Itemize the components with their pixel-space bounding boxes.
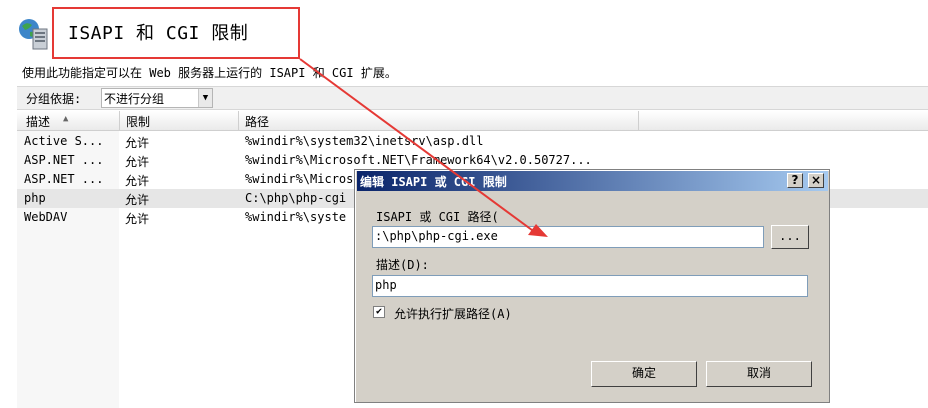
- column-header-description[interactable]: 描述: [26, 113, 50, 130]
- group-by-selected-value: 不进行分组: [104, 92, 165, 106]
- sort-ascending-icon: ▲: [63, 114, 69, 124]
- column-header-path[interactable]: 路径: [245, 113, 269, 130]
- row-restriction: 允许: [125, 155, 150, 169]
- row-restriction: 允许: [125, 212, 150, 226]
- row-description: ASP.NET ...: [24, 153, 104, 167]
- row-description: Active S...: [24, 134, 104, 148]
- table-row[interactable]: ASP.NET ... 允许 %windir%\Microsoft.NET\Fr…: [17, 151, 928, 170]
- column-separator[interactable]: [638, 111, 639, 131]
- row-description: ASP.NET ...: [24, 172, 104, 186]
- row-description: php: [24, 191, 46, 205]
- server-globe-icon: [17, 17, 53, 53]
- table-row[interactable]: Active S... 允许 %windir%\system32\inetsrv…: [17, 132, 928, 151]
- description-input[interactable]: [372, 275, 808, 297]
- table-header: [17, 111, 928, 131]
- dialog-title: 编辑 ISAPI 或 CGI 限制: [360, 175, 507, 189]
- annotation-highlight-box: [52, 7, 300, 59]
- column-separator[interactable]: [119, 111, 120, 131]
- chevron-down-icon[interactable]: ▼: [198, 89, 212, 107]
- row-description: WebDAV: [24, 210, 68, 224]
- row-path: %windir%\Micros: [245, 172, 354, 186]
- description-field-label: 描述(D):: [376, 258, 429, 272]
- close-button[interactable]: ×: [808, 173, 824, 188]
- row-restriction: 允许: [125, 136, 150, 150]
- group-by-label: 分组依据:: [26, 92, 82, 106]
- help-button[interactable]: ?: [787, 173, 803, 188]
- page-description: 使用此功能指定可以在 Web 服务器上运行的 ISAPI 和 CGI 扩展。: [22, 66, 397, 80]
- path-field-label: ISAPI 或 CGI 路径(: [376, 210, 499, 224]
- browse-button[interactable]: ...: [771, 225, 809, 249]
- row-path: %windir%\system32\inetsrv\asp.dll: [245, 134, 484, 148]
- allow-extension-path-checkbox[interactable]: ✔: [373, 306, 385, 318]
- allow-extension-path-label[interactable]: 允许执行扩展路径(A): [394, 305, 512, 322]
- path-input-value: :\php\php-cgi.exe: [375, 229, 498, 243]
- row-path: C:\php\php-cgi: [245, 191, 347, 205]
- ok-button[interactable]: 确定: [591, 361, 697, 387]
- row-path: %windir%\syste: [245, 210, 347, 224]
- column-header-restriction[interactable]: 限制: [126, 113, 150, 130]
- row-path: %windir%\Microsoft.NET\Framework64\v2.0.…: [245, 153, 592, 167]
- column-separator[interactable]: [238, 111, 239, 131]
- cancel-button[interactable]: 取消: [706, 361, 812, 387]
- description-input-value: php: [375, 278, 397, 292]
- row-restriction: 允许: [125, 174, 150, 188]
- row-restriction: 允许: [125, 193, 150, 207]
